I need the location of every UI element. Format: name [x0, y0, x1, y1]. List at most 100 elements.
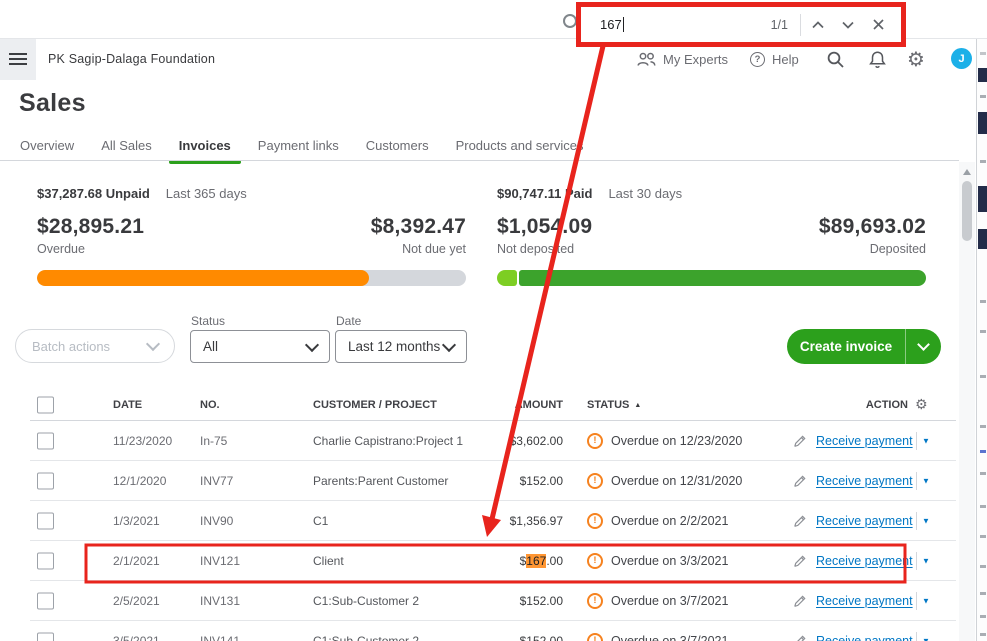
- people-icon: [637, 52, 656, 66]
- status-filter-select[interactable]: All: [190, 330, 330, 363]
- action-dropdown-caret[interactable]: ▼: [922, 557, 930, 566]
- receive-payment-link[interactable]: Receive payment: [816, 514, 913, 528]
- tab-products-services[interactable]: Products and services: [456, 138, 584, 162]
- find-previous-button[interactable]: [803, 10, 833, 40]
- row-checkbox[interactable]: [37, 512, 54, 530]
- paid-stats: $90,747.11 Paid Last 30 days $1,054.09 $…: [497, 186, 926, 286]
- cell-invoice-number: In-75: [200, 434, 228, 448]
- cell-invoice-number: INV121: [200, 554, 241, 568]
- cell-invoice-number: INV141: [200, 634, 241, 641]
- cell-invoice-number: INV77: [200, 474, 234, 488]
- create-invoice-dropdown[interactable]: [906, 338, 941, 351]
- row-checkbox[interactable]: [37, 592, 54, 610]
- background-window-sliver: [976, 0, 987, 641]
- row-checkbox[interactable]: [37, 632, 54, 641]
- invoice-row: 1/3/2021 INV90 C1 $1,356.97 ! Overdue on…: [0, 501, 987, 541]
- page-scrollbar: [959, 162, 975, 641]
- overdue-warning-icon: !: [587, 433, 603, 449]
- find-close-button[interactable]: [863, 10, 893, 40]
- edit-pencil-icon[interactable]: [793, 474, 807, 488]
- tab-invoices[interactable]: Invoices: [168, 138, 241, 164]
- overdue-warning-icon: !: [587, 633, 603, 641]
- row-checkbox[interactable]: [37, 552, 54, 570]
- page-title: Sales: [19, 89, 86, 117]
- receive-payment-link[interactable]: Receive payment: [816, 434, 913, 448]
- unpaid-period: Last 365 days: [165, 186, 247, 201]
- status-filter-label: Status: [191, 314, 226, 328]
- tab-customers[interactable]: Customers: [366, 138, 429, 162]
- table-settings-gear-icon[interactable]: ⚙: [915, 398, 928, 412]
- unpaid-progress-bar: [37, 270, 466, 286]
- create-invoice-button[interactable]: Create invoice: [787, 329, 941, 364]
- select-all-checkbox[interactable]: [37, 396, 54, 413]
- row-checkbox[interactable]: [37, 432, 54, 450]
- invoice-row: 11/23/2020 In-75 Charlie Capistrano:Proj…: [0, 421, 987, 461]
- edit-pencil-icon[interactable]: [793, 634, 807, 641]
- invoice-table-body: 11/23/2020 In-75 Charlie Capistrano:Proj…: [0, 421, 987, 641]
- action-divider: [916, 432, 917, 450]
- not-deposited-bar-segment: [497, 270, 518, 286]
- cell-status: Overdue on 3/3/2021: [611, 554, 729, 568]
- paid-progress-bar: [497, 270, 926, 286]
- find-match-highlight: 167: [526, 554, 547, 568]
- unpaid-stats: $37,287.68 Unpaid Last 365 days $28,895.…: [37, 186, 466, 286]
- column-header-action[interactable]: ACTION: [840, 399, 908, 411]
- scrollbar-up-arrow[interactable]: [963, 169, 971, 175]
- chevron-down-icon: [842, 21, 854, 29]
- action-dropdown-caret[interactable]: ▼: [922, 597, 930, 606]
- column-header-amount[interactable]: AMOUNT: [440, 399, 563, 411]
- action-dropdown-caret[interactable]: ▼: [922, 637, 930, 641]
- chevron-down-icon: [441, 337, 457, 352]
- invoice-row: 2/5/2021 INV131 C1:Sub-Customer 2 $152.0…: [0, 581, 987, 621]
- cell-amount: $1,356.97: [509, 514, 563, 528]
- action-dropdown-caret[interactable]: ▼: [922, 437, 930, 446]
- text-caret: [622, 17, 624, 32]
- overdue-bar-fill: [37, 270, 370, 286]
- status-filter-value: All: [203, 339, 219, 354]
- action-dropdown-caret[interactable]: ▼: [922, 517, 930, 526]
- invoice-row: 2/1/2021 INV121 Client $167.00 ! Overdue…: [0, 541, 987, 581]
- row-checkbox[interactable]: [37, 472, 54, 490]
- find-in-page-bar[interactable]: 167 1/1: [576, 2, 906, 47]
- edit-pencil-icon[interactable]: [793, 594, 807, 608]
- create-invoice-label: Create invoice: [799, 339, 893, 354]
- tab-all-sales[interactable]: All Sales: [101, 138, 152, 162]
- cell-customer-project: C1:Sub-Customer 2: [313, 594, 420, 608]
- deposited-amount: $89,693.02: [818, 215, 926, 238]
- cell-date: 1/3/2021: [113, 514, 160, 528]
- find-match-count: 1/1: [770, 17, 788, 32]
- find-query-input[interactable]: 167: [600, 17, 622, 32]
- cell-customer-project: C1: [313, 514, 329, 528]
- chevron-down-icon: [917, 338, 930, 351]
- user-avatar[interactable]: J: [951, 48, 972, 69]
- receive-payment-link[interactable]: Receive payment: [816, 554, 913, 568]
- tab-overview[interactable]: Overview: [20, 138, 74, 162]
- column-header-status[interactable]: STATUS ▲: [587, 399, 641, 411]
- action-divider: [916, 552, 917, 570]
- chevron-down-icon: [145, 336, 161, 352]
- cell-invoice-number: INV131: [200, 594, 241, 608]
- receive-payment-link[interactable]: Receive payment: [816, 474, 913, 488]
- cell-amount: $3,602.00: [509, 434, 563, 448]
- receive-payment-link[interactable]: Receive payment: [816, 634, 913, 641]
- receive-payment-link[interactable]: Receive payment: [816, 594, 913, 608]
- scrollbar-thumb[interactable]: [962, 181, 972, 241]
- find-next-button[interactable]: [833, 10, 863, 40]
- date-filter-select[interactable]: Last 12 months: [335, 330, 467, 363]
- paid-period: Last 30 days: [608, 186, 683, 201]
- tab-payment-links[interactable]: Payment links: [258, 138, 339, 162]
- edit-pencil-icon[interactable]: [793, 554, 807, 568]
- edit-pencil-icon[interactable]: [793, 434, 807, 448]
- cell-date: 11/23/2020: [113, 434, 173, 448]
- hamburger-menu-button[interactable]: [0, 38, 36, 80]
- batch-actions-dropdown[interactable]: Batch actions: [15, 329, 175, 363]
- not-deposited-amount: $1,054.09: [497, 215, 593, 238]
- column-header-no[interactable]: NO.: [200, 399, 220, 411]
- deposited-label: Deposited: [869, 242, 926, 256]
- cell-invoice-number: INV90: [200, 514, 234, 528]
- column-header-date[interactable]: DATE: [113, 399, 142, 411]
- column-header-customer[interactable]: CUSTOMER / PROJECT: [313, 399, 437, 411]
- action-dropdown-caret[interactable]: ▼: [922, 477, 930, 486]
- edit-pencil-icon[interactable]: [793, 514, 807, 528]
- action-divider: [916, 592, 917, 610]
